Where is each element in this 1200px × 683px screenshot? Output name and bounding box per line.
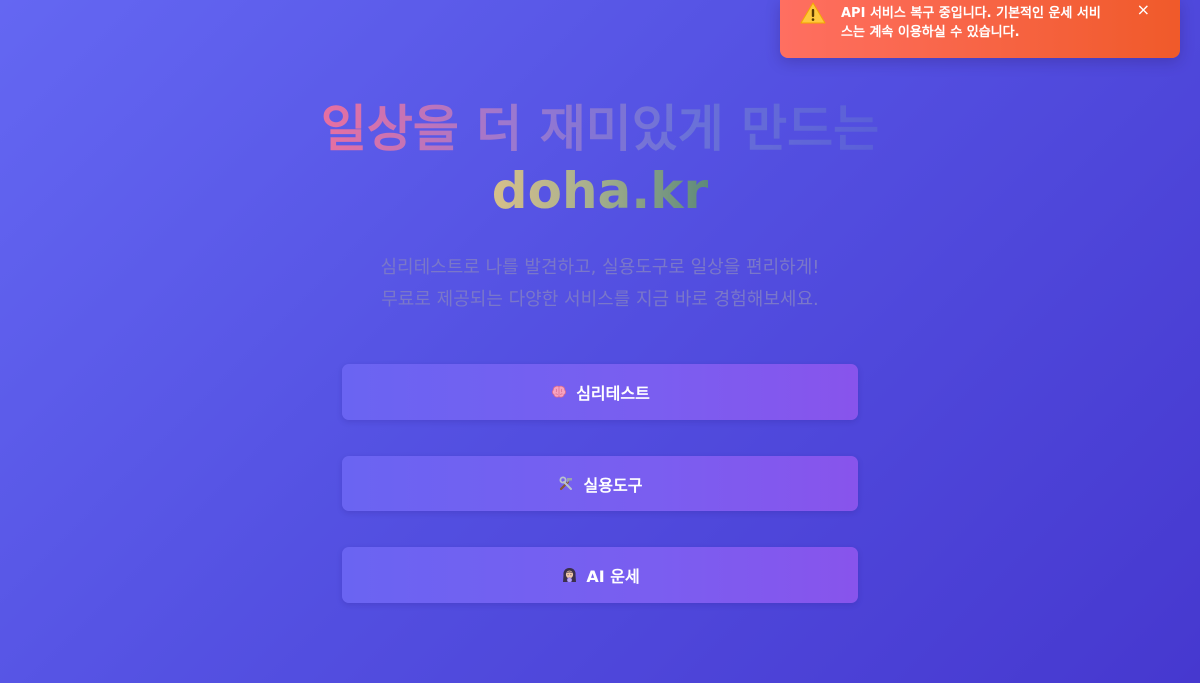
hero-subtitle: 심리테스트로 나를 발견하고, 실용도구로 일상을 편리하게! 무료로 제공되는… <box>0 252 1200 316</box>
ai-fortune-button[interactable]: AI 운세 <box>342 547 858 603</box>
menu-item-label: 실용도구 <box>583 475 643 495</box>
brain-icon <box>550 383 568 401</box>
hero-subtitle-line1: 심리테스트로 나를 발견하고, 실용도구로 일상을 편리하게! <box>380 257 820 278</box>
toast-message: API 서비스 복구 중입니다. 기본적인 운세 서비스는 계속 이용하실 수 … <box>841 6 1101 40</box>
utility-tools-button[interactable]: 실용도구 <box>342 456 858 511</box>
main-menu: 심리테스트 실용도구 AI 운세 <box>342 364 858 639</box>
tools-icon <box>558 475 576 493</box>
site-name: doha.kr <box>491 162 709 220</box>
psychology-test-button[interactable]: 심리테스트 <box>342 364 858 420</box>
service-alert-toast: API 서비스 복구 중입니다. 기본적인 운세 서비스는 계속 이용하실 수 … <box>780 0 1180 58</box>
hero-title-line1: 일상을 더 재미있게 만드는 <box>320 100 880 158</box>
menu-item-label: 심리테스트 <box>576 384 650 403</box>
warning-icon <box>800 2 826 24</box>
close-icon[interactable]: × <box>1137 1 1150 19</box>
menu-item-label: AI 운세 <box>586 567 640 586</box>
page-title: 일상을 더 재미있게 만드는 doha.kr <box>0 98 1200 222</box>
hero-section: 일상을 더 재미있게 만드는 doha.kr 심리테스트로 나를 발견하고, 실… <box>0 98 1200 316</box>
fortune-teller-icon <box>560 566 578 584</box>
hero-subtitle-line2: 무료로 제공되는 다양한 서비스를 지금 바로 경험해보세요. <box>381 289 819 310</box>
